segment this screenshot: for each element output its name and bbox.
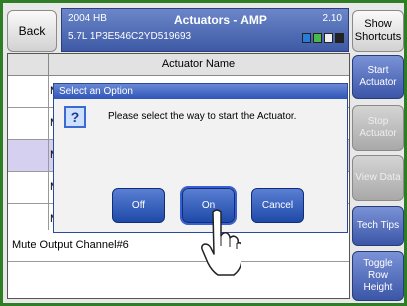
show-shortcuts-button[interactable]: Show Shortcuts (352, 10, 404, 52)
table-row[interactable]: Mute Output Channel#6 (8, 230, 349, 262)
vehicle-info: 2004 HB (68, 13, 107, 24)
view-data-button[interactable]: View Data (352, 155, 404, 201)
version-label: 2.10 (322, 13, 342, 24)
tech-tips-button[interactable]: Tech Tips (352, 206, 404, 246)
dialog-title: Select an Option (54, 84, 347, 99)
toggle-row-height-button[interactable]: Toggle Row Height (352, 251, 404, 301)
row-cell (8, 172, 49, 203)
vin-label: 5.7L 1P3E546C2YD519693 (68, 31, 192, 42)
status-indicator-2-icon (313, 33, 322, 43)
row-cell (8, 108, 49, 139)
question-icon: ? (64, 106, 86, 128)
title-bar: 2004 HB Actuators - AMP 2.10 5.7L 1P3E54… (61, 8, 349, 52)
screen: Back 2004 HB Actuators - AMP 2.10 5.7L 1… (3, 3, 404, 303)
back-button[interactable]: Back (7, 10, 57, 52)
device-frame: Back 2004 HB Actuators - AMP 2.10 5.7L 1… (0, 0, 407, 306)
status-icons (302, 33, 344, 43)
row-cell (8, 140, 49, 171)
heart-icon (335, 33, 344, 43)
stop-actuator-button[interactable]: Stop Actuator (352, 105, 404, 151)
dialog-message: Please select the way to start the Actua… (108, 111, 297, 122)
page-title: Actuators - AMP (174, 13, 267, 27)
row-label: Mute Output Channel#6 (12, 239, 129, 251)
table-header: Actuator Name (8, 54, 349, 76)
pointing-hand-icon (201, 209, 241, 276)
start-actuator-button[interactable]: Start Actuator (352, 55, 404, 99)
column-header-actuator-name: Actuator Name (161, 58, 236, 70)
printer-icon (324, 33, 333, 43)
cancel-button[interactable]: Cancel (251, 188, 304, 223)
status-indicator-1-icon (302, 33, 311, 43)
off-button[interactable]: Off (112, 188, 165, 223)
header-left-cell (8, 54, 49, 75)
row-cell (8, 76, 49, 107)
